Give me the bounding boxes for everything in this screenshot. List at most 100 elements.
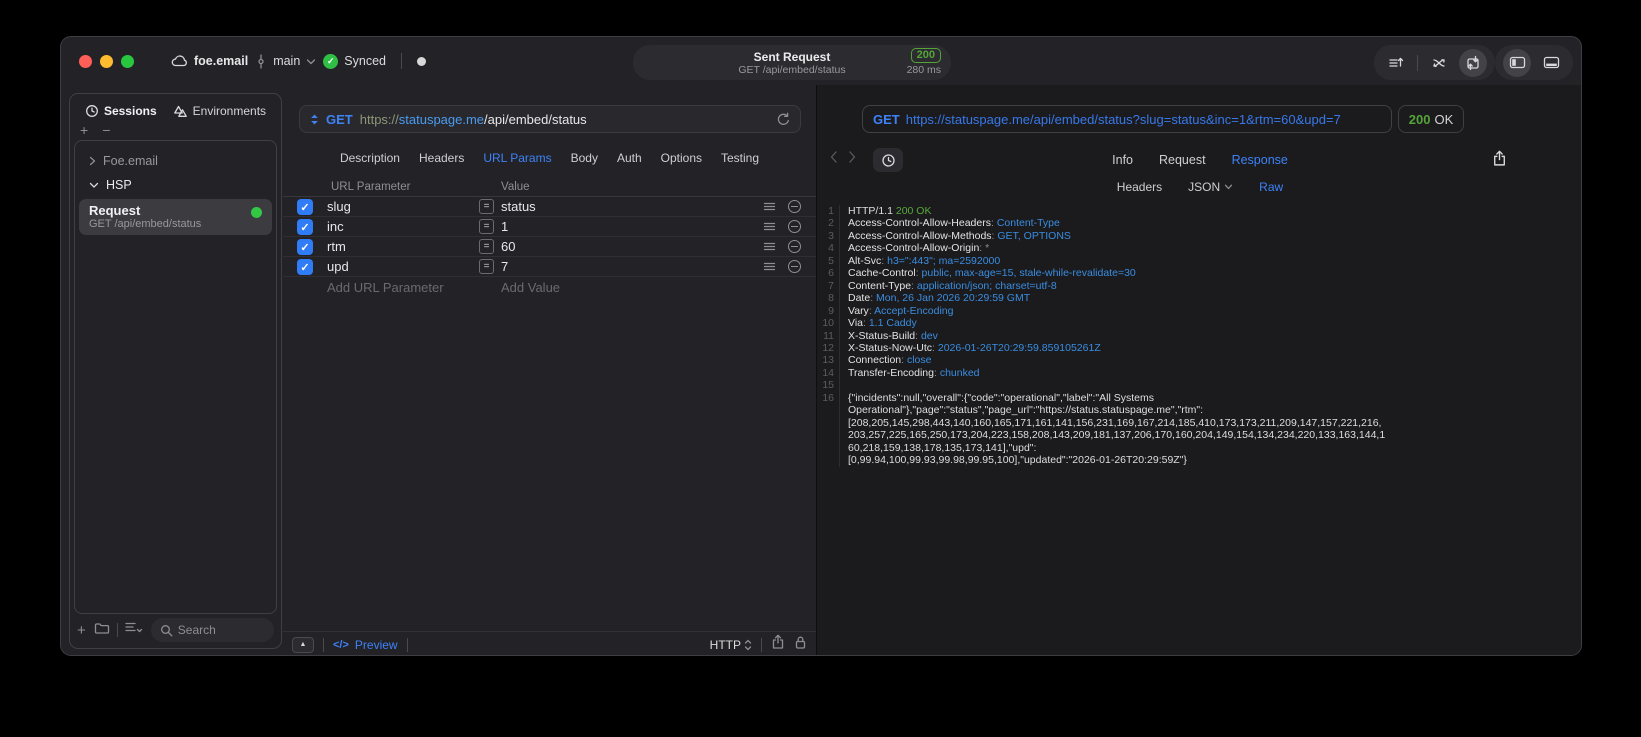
param-options-button[interactable] xyxy=(763,240,776,258)
zoom-window-button[interactable] xyxy=(121,55,134,68)
tree-item-foe-email[interactable]: Foe.email xyxy=(75,149,276,173)
import-export-button[interactable] xyxy=(1459,48,1487,77)
list-options-icon xyxy=(125,622,142,633)
share-icon xyxy=(1494,150,1505,166)
param-options-button[interactable] xyxy=(763,200,776,218)
close-window-button[interactable] xyxy=(79,55,92,68)
chevron-down-icon xyxy=(89,182,99,188)
lock-icon xyxy=(795,636,806,649)
tab-headers[interactable]: Headers xyxy=(419,151,464,165)
line-number: 14 xyxy=(817,366,840,380)
request-tree: Foe.email HSP Request GET /api/embed/sta… xyxy=(74,140,277,614)
send-request-button[interactable] xyxy=(776,112,791,132)
tab-description[interactable]: Description xyxy=(340,151,400,165)
param-options-button[interactable] xyxy=(763,260,776,278)
remove-param-button[interactable] xyxy=(788,200,801,213)
remove-request-button[interactable]: − xyxy=(102,122,110,138)
response-method: GET xyxy=(873,111,900,127)
tab-request[interactable]: Request xyxy=(1159,153,1206,167)
param-options-button[interactable] xyxy=(763,220,776,238)
tab-body[interactable]: Body xyxy=(571,151,598,165)
line-text: Date: Mon, 26 Jan 2026 20:29:59 GMT xyxy=(848,292,1031,305)
bottom-panel-icon xyxy=(1543,56,1559,69)
add-param-value-placeholder[interactable]: Add Value xyxy=(501,280,560,295)
response-body[interactable]: 1 HTTP/1.1 200 OK 2 Access-Control-Allow-He… xyxy=(817,205,1581,655)
request-duration: 280 ms xyxy=(906,64,941,76)
tab-url-params[interactable]: URL Params xyxy=(483,151,551,165)
param-value[interactable]: 1 xyxy=(501,219,508,234)
response-line: 4 Access-Control-Allow-Origin: * xyxy=(817,242,1581,255)
line-number xyxy=(817,441,840,455)
sent-request-summary[interactable]: Sent Request GET /api/embed/status 200 2… xyxy=(633,45,951,80)
sync-status[interactable]: ✓ Synced xyxy=(323,53,386,69)
list-options-button[interactable] xyxy=(125,621,143,639)
project-menu[interactable]: foe.email xyxy=(171,54,248,68)
tab-info[interactable]: Info xyxy=(1112,153,1133,167)
response-request-line[interactable]: GET https://statuspage.me/api/embed/stat… xyxy=(862,105,1392,133)
new-request-button[interactable]: + xyxy=(77,622,86,639)
tab-sessions[interactable]: Sessions xyxy=(85,104,157,118)
lock-button[interactable] xyxy=(794,635,807,655)
export-response-button[interactable] xyxy=(1492,150,1507,172)
remove-param-button[interactable] xyxy=(788,260,801,273)
toggle-left-sidebar-button[interactable] xyxy=(1503,48,1531,77)
tab-environments[interactable]: Environments xyxy=(173,104,266,119)
add-param-name-placeholder[interactable]: Add URL Parameter xyxy=(327,280,444,295)
url-scheme: https:// xyxy=(359,111,399,127)
param-checkbox[interactable]: ✓ xyxy=(297,219,313,235)
param-value[interactable]: 60 xyxy=(501,239,515,254)
line-text: Transfer-Encoding: chunked xyxy=(848,366,980,379)
params-table-header: URL Parameter Value xyxy=(283,179,816,197)
sort-requests-button[interactable] xyxy=(1382,49,1410,77)
line-number: 15 xyxy=(817,379,840,392)
param-name[interactable]: slug xyxy=(327,199,351,214)
sync-branches-button[interactable] xyxy=(1425,49,1453,77)
request-method[interactable]: GET xyxy=(326,112,353,127)
preview-button[interactable]: </> Preview xyxy=(333,638,398,652)
request-panel: GET https://statuspage.me/api/embed/stat… xyxy=(283,85,816,655)
add-param-row[interactable]: Add URL Parameter Add Value xyxy=(283,277,816,299)
response-line: Operational"},"page":"status","page_url"… xyxy=(817,404,1581,417)
request-url[interactable]: https://statuspage.me/api/embed/status xyxy=(360,112,587,127)
param-checkbox[interactable]: ✓ xyxy=(297,239,313,255)
minimize-window-button[interactable] xyxy=(100,55,113,68)
response-line: [0,99.94,100,99.93,99.98,99.95,100],"upd… xyxy=(817,454,1581,467)
line-text: Via: 1.1 Caddy xyxy=(848,317,917,330)
add-request-button[interactable]: + xyxy=(80,122,88,138)
subtab-raw[interactable]: Raw xyxy=(1259,180,1283,194)
request-list-item-selected[interactable]: Request GET /api/embed/status xyxy=(79,199,272,235)
param-name[interactable]: inc xyxy=(327,219,344,234)
share-code-button[interactable] xyxy=(771,634,785,655)
param-name[interactable]: rtm xyxy=(327,239,346,254)
footer-divider xyxy=(761,637,762,652)
code-icon: </> xyxy=(333,638,349,651)
remove-param-button[interactable] xyxy=(788,240,801,253)
tab-testing[interactable]: Testing xyxy=(721,151,759,165)
toggle-bottom-panel-button[interactable] xyxy=(1537,49,1565,77)
search-input[interactable]: Search xyxy=(150,618,274,642)
format-selector[interactable]: HTTP xyxy=(710,638,752,652)
toolbar-group-panels xyxy=(1495,45,1573,80)
param-value[interactable]: status xyxy=(501,199,536,214)
response-line: 15 xyxy=(817,379,1581,392)
refresh-icon xyxy=(777,112,789,125)
remove-param-button[interactable] xyxy=(788,220,801,233)
tab-auth[interactable]: Auth xyxy=(617,151,642,165)
param-value[interactable]: 7 xyxy=(501,259,508,274)
response-line: 12 X-Status-Now-Utc: 2026-01-26T20:29:59.… xyxy=(817,341,1581,355)
line-text: Connection: close xyxy=(848,354,932,367)
tab-response[interactable]: Response xyxy=(1232,153,1288,167)
new-folder-button[interactable] xyxy=(94,621,110,640)
tree-item-hsp[interactable]: HSP xyxy=(75,173,276,197)
branch-selector[interactable]: main xyxy=(255,53,316,69)
param-checkbox[interactable]: ✓ xyxy=(297,259,313,275)
subtab-json[interactable]: JSON xyxy=(1188,180,1233,194)
collapse-panel-button[interactable]: ▲ xyxy=(292,636,314,653)
param-name[interactable]: upd xyxy=(327,259,349,274)
tab-options[interactable]: Options xyxy=(661,151,702,165)
param-checkbox[interactable]: ✓ xyxy=(297,199,313,215)
line-number: 13 xyxy=(817,354,840,367)
status-badge: 200 xyxy=(910,48,941,63)
subtab-headers[interactable]: Headers xyxy=(1117,180,1162,194)
request-url-bar[interactable]: GET https://statuspage.me/api/embed/stat… xyxy=(299,105,801,133)
